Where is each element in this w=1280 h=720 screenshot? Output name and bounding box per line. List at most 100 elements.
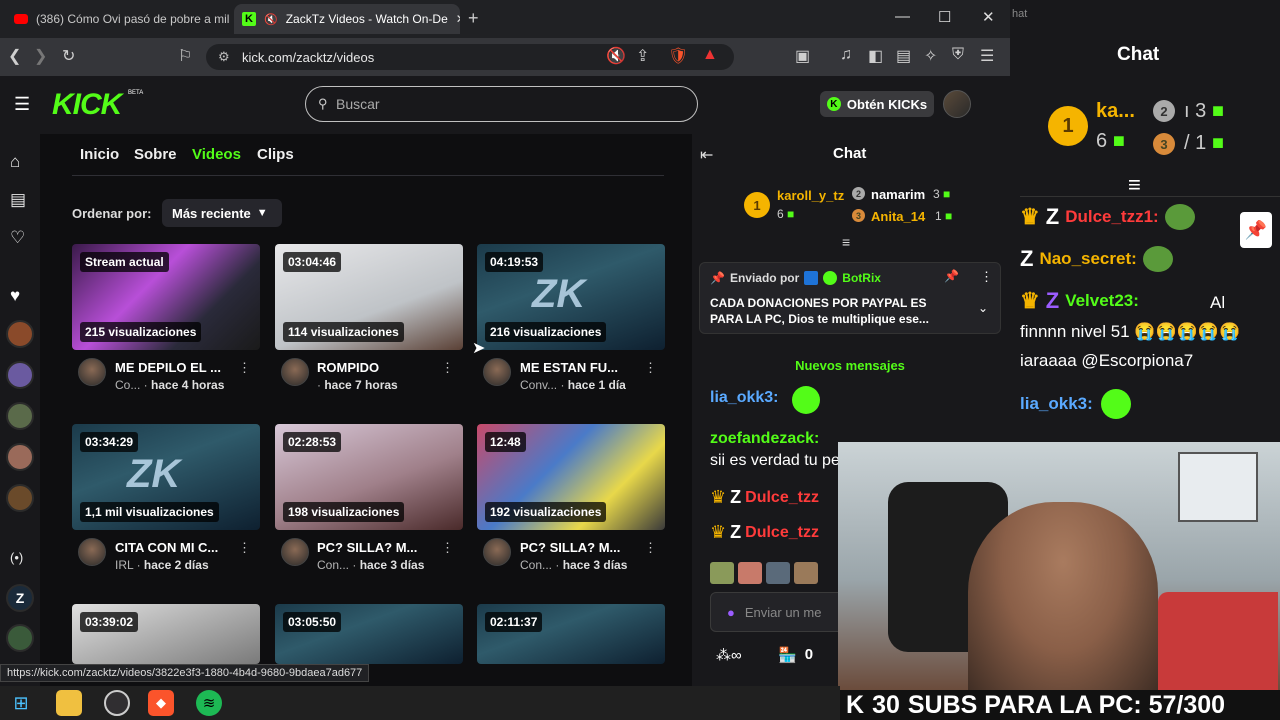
channel-avatar[interactable] <box>483 538 511 566</box>
channel-avatar[interactable] <box>78 538 106 566</box>
tab-clips[interactable]: Clips <box>257 146 294 163</box>
expand-leaderboard-icon[interactable]: ≡ <box>842 234 850 250</box>
pinned-by-user[interactable]: BotRix <box>842 271 881 285</box>
brave-rewards-icon[interactable]: ▲ <box>702 46 718 64</box>
followed-channel-avatar[interactable] <box>6 484 34 512</box>
user-avatar[interactable] <box>943 90 971 118</box>
maximize-icon[interactable]: ☐ <box>938 8 951 26</box>
brave-icon[interactable]: ◆ <box>148 690 174 716</box>
chat-username[interactable]: lia_okk3: <box>710 389 778 407</box>
chat-username[interactable]: zoefandezack: <box>710 430 819 447</box>
sidebar-toggle-icon[interactable]: ◧ <box>868 46 883 66</box>
tab-videos[interactable]: Videos <box>192 146 241 163</box>
video-thumbnail[interactable]: 03:05:50 <box>275 604 463 664</box>
channel-avatar[interactable] <box>281 538 309 566</box>
new-tab-button[interactable]: + <box>468 8 479 29</box>
chat-username[interactable]: Dulce_tzz <box>745 524 819 542</box>
gifter-name[interactable]: namarim <box>871 187 925 202</box>
chat-input[interactable]: ● Enviar un me <box>710 592 850 632</box>
more-options-icon[interactable]: ⋮ <box>441 540 454 556</box>
reload-icon[interactable]: ↻ <box>62 46 75 66</box>
emote-icon[interactable] <box>766 562 790 584</box>
forward-icon[interactable]: ❯ <box>34 46 47 66</box>
share-icon[interactable]: ⇪ <box>636 46 649 66</box>
emote-icon[interactable] <box>794 562 818 584</box>
windows-start-icon[interactable]: ⊞ <box>8 690 34 716</box>
chevron-down-icon[interactable]: ⌄ <box>978 301 988 315</box>
tab-sobre[interactable]: Sobre <box>134 146 177 163</box>
pinned-message[interactable]: 📌 Enviado por BotRix 📌 ⋮ CADA DONACIONES… <box>699 262 1001 334</box>
followed-channel-avatar[interactable] <box>6 361 34 389</box>
video-title[interactable]: ME ESTAN FU... <box>520 360 618 375</box>
video-title[interactable]: PC? SILLA? M... <box>520 540 620 555</box>
mute-tab-icon[interactable]: 🔇 <box>264 13 278 26</box>
menu-icon[interactable]: ☰ <box>980 46 994 66</box>
obs-icon[interactable] <box>104 690 130 716</box>
collapse-chat-icon[interactable]: ⇤ <box>700 145 713 165</box>
z-channel-icon[interactable]: Z <box>6 584 34 612</box>
site-info-icon[interactable]: ⚙ <box>218 49 230 65</box>
following-icon[interactable]: ♡ <box>10 228 25 248</box>
video-thumbnail[interactable]: 12:48 192 visualizaciones <box>477 424 665 530</box>
wallet-icon[interactable]: ▤ <box>896 46 911 66</box>
chat-footer-count[interactable]: 🏪 0 <box>778 646 813 664</box>
minimize-icon[interactable]: — <box>895 8 910 25</box>
top-gifter-name[interactable]: karoll_y_tz <box>777 188 844 203</box>
more-options-icon[interactable]: ⋮ <box>644 360 657 376</box>
video-thumbnail[interactable]: ZK 03:34:29 1,1 mil visualizaciones <box>72 424 260 530</box>
close-window-icon[interactable]: ✕ <box>982 8 995 26</box>
video-title[interactable]: ROMPIDO <box>317 360 379 375</box>
home-icon[interactable]: ⌂ <box>10 152 20 172</box>
emote-icon[interactable] <box>738 562 762 584</box>
tab-youtube[interactable]: (386) Cómo Ovi pasó de pobre a mil ✕ <box>6 4 230 34</box>
video-category[interactable]: Con... <box>520 558 552 572</box>
emote-icon[interactable] <box>710 562 734 584</box>
kick-logo[interactable]: KICK <box>52 88 122 122</box>
muted-audio-icon[interactable]: 🔇 <box>606 46 626 66</box>
back-icon[interactable]: ❮ <box>8 46 21 66</box>
bookmark-icon[interactable]: ⚐ <box>178 46 192 66</box>
channel-points-icon[interactable]: ⁂∞ <box>716 646 742 664</box>
video-category[interactable]: Co... <box>115 378 140 392</box>
unpin-icon[interactable]: 📌 <box>944 269 959 283</box>
leo-ai-icon[interactable]: ✧ <box>924 46 937 66</box>
close-tab-icon[interactable]: ✕ <box>456 12 460 26</box>
vpn-icon[interactable]: ⛨ <box>952 46 964 64</box>
video-category[interactable]: Conv... <box>520 378 557 392</box>
video-thumbnail[interactable]: 02:11:37 <box>477 604 665 664</box>
reader-mode-icon[interactable]: ▣ <box>795 46 810 66</box>
tab-kick[interactable]: K 🔇 ZackTz Videos - Watch On-De ✕ <box>234 4 460 34</box>
new-messages-divider[interactable]: Nuevos mensajes <box>700 358 1000 373</box>
followed-channel-avatar[interactable] <box>6 443 34 471</box>
more-options-icon[interactable]: ⋮ <box>238 360 251 376</box>
heart-icon[interactable]: ♥ <box>10 286 20 306</box>
video-thumbnail[interactable]: 03:39:02 <box>72 604 260 664</box>
search-input[interactable]: ⚲ Buscar <box>305 86 698 122</box>
chat-username[interactable]: Dulce_tzz <box>745 489 819 507</box>
get-kicks-button[interactable]: K Obtén KICKs <box>820 91 934 117</box>
tab-inicio[interactable]: Inicio <box>80 146 119 163</box>
followed-channel-avatar[interactable] <box>6 624 34 652</box>
pinned-menu-icon[interactable]: ⋮ <box>980 269 993 285</box>
video-thumbnail[interactable]: Stream actual 215 visualizaciones <box>72 244 260 350</box>
more-options-icon[interactable]: ⋮ <box>441 360 454 376</box>
video-title[interactable]: ME DEPILO EL ... <box>115 360 221 375</box>
brave-shields-icon[interactable]: 🛡 <box>668 46 688 66</box>
video-thumbnail[interactable]: ZK 04:19:53 216 visualizaciones <box>477 244 665 350</box>
music-icon[interactable]: ♫ <box>840 46 852 64</box>
video-category[interactable]: Con... <box>317 558 349 572</box>
hamburger-menu-icon[interactable]: ☰ <box>14 94 30 115</box>
channel-avatar[interactable] <box>483 358 511 386</box>
channel-avatar[interactable] <box>78 358 106 386</box>
video-title[interactable]: CITA CON MI C... <box>115 540 218 555</box>
browse-icon[interactable]: ▤ <box>10 190 26 210</box>
video-thumbnail[interactable]: 03:04:46 114 visualizaciones <box>275 244 463 350</box>
spotify-icon[interactable]: ≋ <box>196 690 222 716</box>
video-thumbnail[interactable]: 02:28:53 198 visualizaciones <box>275 424 463 530</box>
followed-channel-avatar[interactable] <box>6 402 34 430</box>
sort-select[interactable]: Más reciente ▼ <box>162 199 282 227</box>
channel-avatar[interactable] <box>281 358 309 386</box>
address-bar[interactable]: ⚙ kick.com/zacktz/videos <box>206 44 734 70</box>
video-title[interactable]: PC? SILLA? M... <box>317 540 417 555</box>
more-options-icon[interactable]: ⋮ <box>238 540 251 556</box>
